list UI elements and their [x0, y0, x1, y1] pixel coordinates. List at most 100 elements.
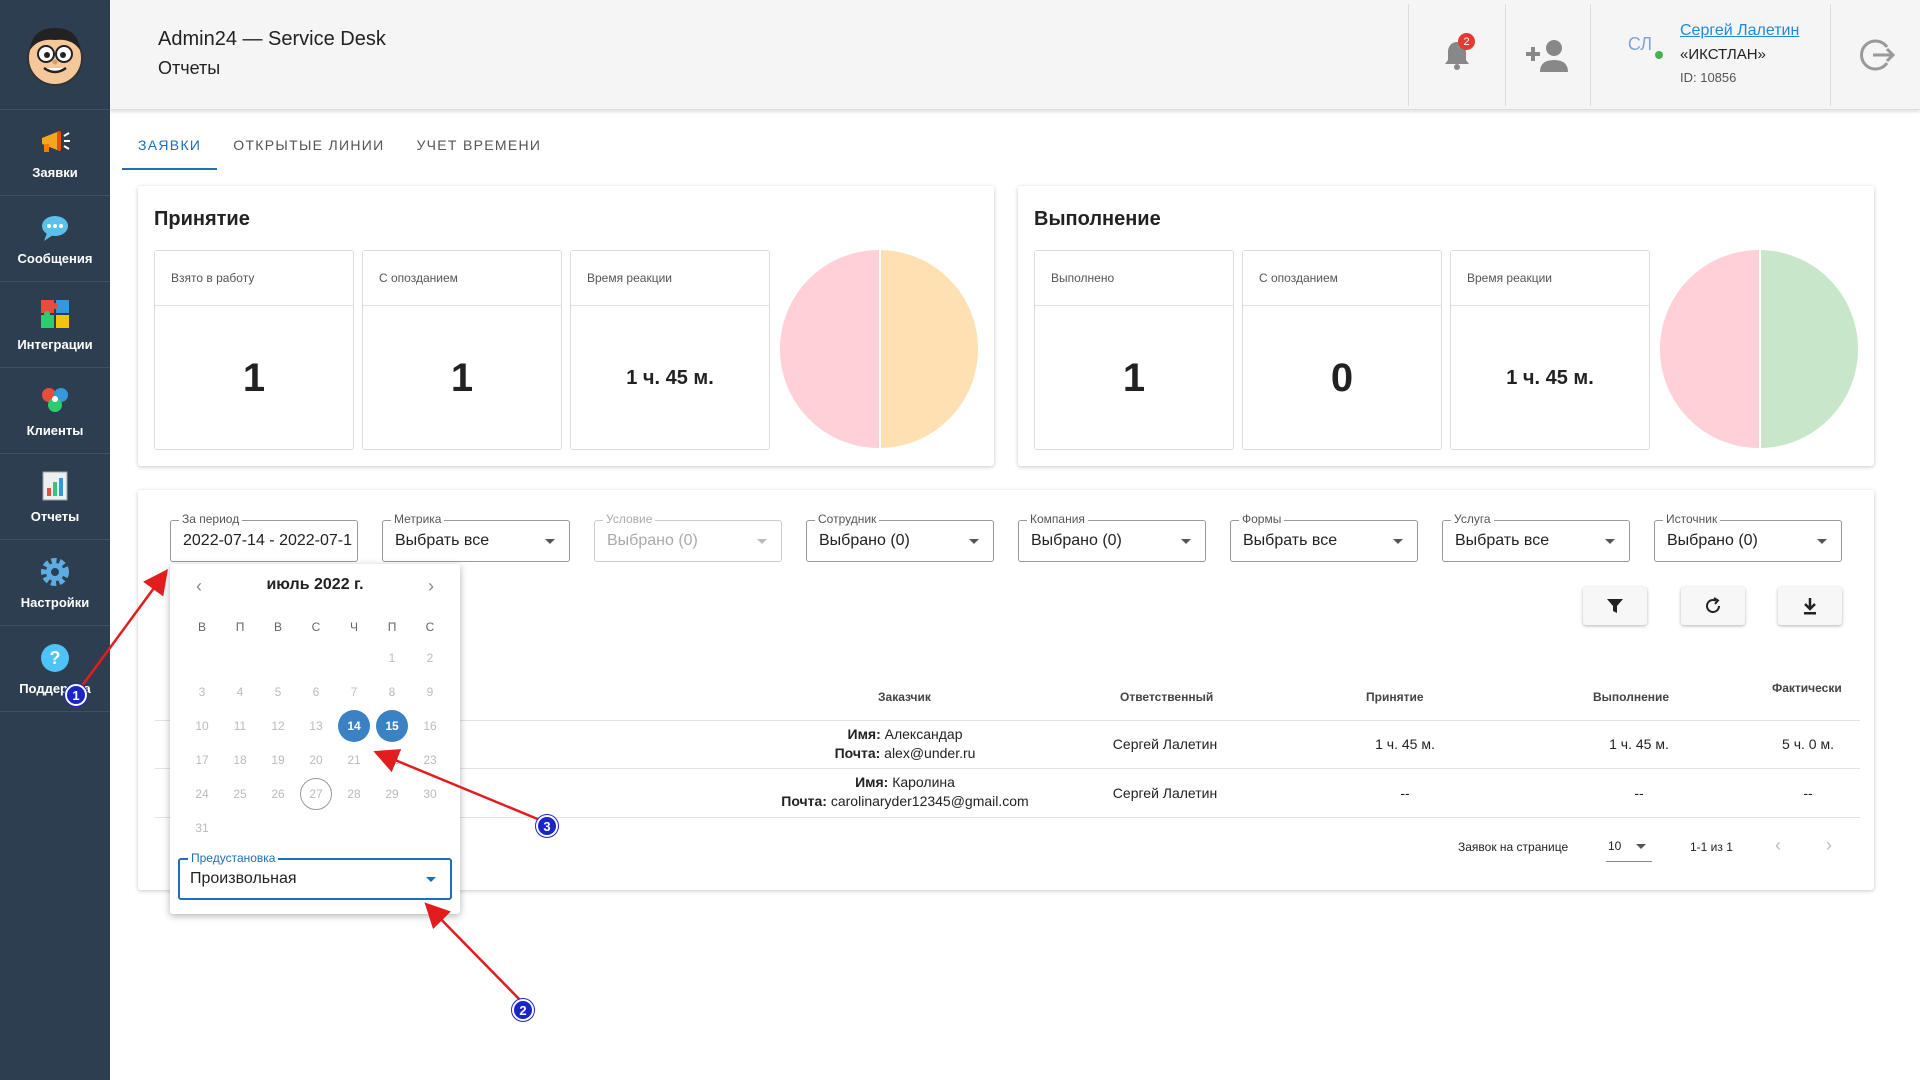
- field-label: Сотрудник: [815, 512, 880, 526]
- stat-value: 1: [242, 355, 266, 400]
- field-value: Выбрать все: [1243, 532, 1338, 549]
- calendar-day[interactable]: 5: [262, 676, 294, 708]
- calendar-day[interactable]: 17: [186, 744, 218, 776]
- calendar-day[interactable]: 2: [414, 642, 446, 674]
- calendar-day[interactable]: 19: [262, 744, 294, 776]
- calendar-day[interactable]: 12: [262, 710, 294, 742]
- stat-label: Время реакции: [571, 251, 769, 306]
- field-value: Выбрать все: [1455, 532, 1550, 549]
- avatar[interactable]: СЛ: [1620, 26, 1660, 62]
- calendar-day[interactable]: 10: [186, 710, 218, 742]
- service-select[interactable]: Услуга Выбрать все: [1442, 512, 1630, 562]
- calendar-day[interactable]: 6: [300, 676, 332, 708]
- calendar-day[interactable]: 28: [338, 778, 370, 810]
- forms-select[interactable]: Формы Выбрать все: [1230, 512, 1418, 562]
- calendar-day[interactable]: 4: [224, 676, 256, 708]
- next-page-button[interactable]: ›: [1826, 835, 1832, 856]
- chevron-down-icon: [1393, 539, 1403, 544]
- sidebar-item-reports[interactable]: Отчеты: [0, 454, 110, 540]
- sidebar-item-tickets[interactable]: Заявки: [0, 110, 110, 196]
- sidebar-item-integrations[interactable]: Интеграции: [0, 282, 110, 368]
- annotation-marker-2: 2: [512, 999, 534, 1021]
- svg-text:?: ?: [50, 648, 61, 668]
- logout-button[interactable]: [1847, 25, 1907, 85]
- employee-select[interactable]: Сотрудник Выбрано (0): [806, 512, 994, 562]
- field-label: Источник: [1663, 512, 1721, 526]
- calendar-day[interactable]: 14: [338, 710, 370, 742]
- calendar-day[interactable]: 15: [376, 710, 408, 742]
- chevron-down-icon: [969, 539, 979, 544]
- table-row-customer: Имя: Каролина Почта: carolinaryder12345@…: [740, 774, 1070, 809]
- app-logo[interactable]: [0, 0, 110, 110]
- table-row-acceptance: 1 ч. 45 м.: [1375, 736, 1435, 752]
- calendar-day[interactable]: 31: [186, 812, 218, 844]
- header-divider: [1505, 4, 1506, 106]
- user-id: ID: 10856: [1680, 70, 1737, 85]
- user-name-link[interactable]: Сергей Лалетин: [1680, 22, 1799, 40]
- logout-icon: [1860, 39, 1895, 71]
- online-status-dot: [1655, 51, 1663, 59]
- calendar-day[interactable]: 8: [376, 676, 408, 708]
- next-month-button[interactable]: ›: [428, 576, 434, 597]
- sidebar-item-support[interactable]: ? Поддержка: [0, 626, 110, 712]
- tab-tickets[interactable]: ЗАЯВКИ: [122, 130, 218, 170]
- calendar-day[interactable]: 18: [224, 744, 256, 776]
- notifications-button[interactable]: 2: [1427, 25, 1487, 85]
- chevron-down-icon: [545, 539, 555, 544]
- table-row-responsible: Сергей Лалетин: [1112, 785, 1218, 801]
- field-value: Произвольная: [190, 870, 297, 887]
- preset-select[interactable]: Предустановка Произвольная: [178, 851, 452, 900]
- calendar-day[interactable]: 13: [300, 710, 332, 742]
- period-field[interactable]: За период 2022-07-14 - 2022-07-1: [170, 512, 358, 562]
- sidebar-item-label: Отчеты: [30, 509, 80, 524]
- calendar-weekday: П: [235, 620, 245, 634]
- pie-slice: [1660, 250, 1759, 448]
- stat-value: 1: [1122, 355, 1146, 400]
- stat-value: 1 ч. 45 м.: [1506, 366, 1594, 389]
- stat-value: 1 ч. 45 м.: [626, 366, 714, 389]
- sidebar-item-label: Настройки: [20, 595, 90, 610]
- field-label: Компания: [1027, 512, 1088, 526]
- company-select[interactable]: Компания Выбрано (0): [1018, 512, 1206, 562]
- sidebar-item-clients[interactable]: Клиенты: [0, 368, 110, 454]
- completion-pie-chart: [1660, 250, 1858, 448]
- stat-late: С опозданием 0: [1242, 250, 1442, 450]
- calendar-day[interactable]: 24: [186, 778, 218, 810]
- calendar-day[interactable]: 26: [262, 778, 294, 810]
- column-header-customer: Заказчик: [878, 690, 931, 704]
- header-divider: [1590, 4, 1591, 106]
- rows-per-page-select[interactable]: 10: [1606, 832, 1652, 862]
- field-label: Предустановка: [188, 851, 279, 865]
- calendar-day[interactable]: 1: [376, 642, 408, 674]
- calendar-day[interactable]: 25: [224, 778, 256, 810]
- calendar-day[interactable]: 7: [338, 676, 370, 708]
- calendar-day[interactable]: 16: [414, 710, 446, 742]
- sidebar-item-messages[interactable]: Сообщения: [0, 196, 110, 282]
- add-user-button[interactable]: [1518, 25, 1578, 85]
- calendar-day[interactable]: 22: [376, 744, 408, 776]
- prev-page-button[interactable]: ‹: [1775, 835, 1781, 856]
- stat-value: 1: [450, 355, 474, 400]
- calendar-day[interactable]: 27: [300, 778, 332, 810]
- calendar-day[interactable]: 9: [414, 676, 446, 708]
- table-row-customer: Имя: Александар Почта: alex@under.ru: [780, 726, 1030, 761]
- metric-select[interactable]: Метрика Выбрать все: [382, 512, 570, 562]
- calendar-day[interactable]: 21: [338, 744, 370, 776]
- source-select[interactable]: Источник Выбрано (0): [1654, 512, 1842, 562]
- calendar-month-title: июль 2022 г.: [266, 576, 364, 593]
- sidebar-item-settings[interactable]: Настройки: [0, 540, 110, 626]
- filter-button[interactable]: [1583, 587, 1647, 625]
- field-value: Выбрано (0): [819, 532, 910, 549]
- download-button[interactable]: [1778, 587, 1842, 625]
- calendar-day[interactable]: 20: [300, 744, 332, 776]
- calendar-day[interactable]: 30: [414, 778, 446, 810]
- calendar-day[interactable]: 23: [414, 744, 446, 776]
- name-label: Имя:: [855, 774, 889, 790]
- calendar-day[interactable]: 11: [224, 710, 256, 742]
- calendar-day[interactable]: 29: [376, 778, 408, 810]
- tab-open-lines[interactable]: ОТКРЫТЫЕ ЛИНИИ: [217, 130, 400, 170]
- tab-time-tracking[interactable]: УЧЕТ ВРЕМЕНИ: [400, 130, 557, 170]
- calendar-day[interactable]: 3: [186, 676, 218, 708]
- chevron-right-icon: ›: [1826, 835, 1832, 855]
- refresh-button[interactable]: [1681, 587, 1745, 625]
